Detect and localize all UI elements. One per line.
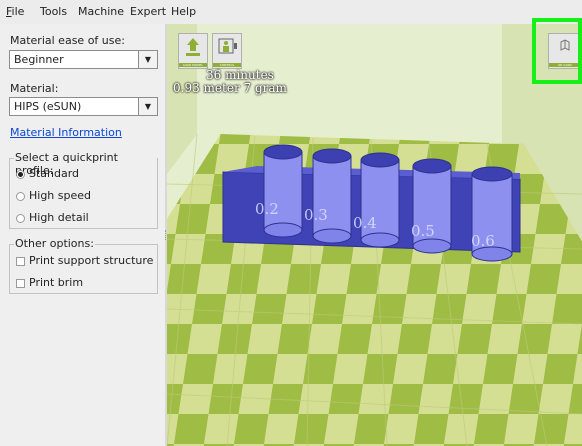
load-model-button[interactable]: LOAD MODEL — [178, 33, 208, 69]
ease-select-value: Beginner — [14, 53, 64, 66]
radio-high-detail-label[interactable]: High detail — [29, 211, 89, 224]
radio-high-speed[interactable] — [16, 192, 25, 201]
menu-file[interactable]: File — [6, 5, 24, 18]
menu-machine[interactable]: Machine — [78, 5, 124, 18]
menu-tools[interactable]: Tools — [40, 5, 67, 18]
chevron-down-icon[interactable]: ▼ — [138, 51, 157, 68]
model-label-2: 0.3 — [304, 206, 328, 224]
cylinder-1 — [263, 144, 303, 238]
checkbox-print-support-label[interactable]: Print support structure — [29, 254, 153, 267]
material-select[interactable]: HIPS (eSUN) ▼ — [9, 97, 158, 116]
material-select-value: HIPS (eSUN) — [14, 100, 82, 113]
cylinder-2 — [312, 148, 352, 244]
material-label: Material: — [10, 82, 59, 95]
settings-sidebar: Material ease of use: Beginner ▼ Materia… — [0, 24, 165, 446]
other-options-title: Other options: — [14, 237, 95, 250]
model-label-4: 0.5 — [411, 222, 435, 240]
radio-standard-label[interactable]: Standard — [29, 167, 79, 180]
menu-file-rest: ile — [11, 5, 25, 18]
radio-high-detail[interactable] — [16, 214, 25, 223]
printer-control-icon — [213, 34, 241, 60]
menu-expert[interactable]: Expert — [130, 5, 166, 18]
radio-standard[interactable] — [16, 170, 25, 179]
load-model-icon — [179, 34, 207, 60]
print-time-estimate: 36 minutes — [206, 68, 274, 82]
highlight-box — [532, 18, 582, 84]
control-label: CONTROL — [213, 63, 241, 67]
print-material-estimate: 0.93 meter 7 gram — [173, 81, 287, 95]
model-label-1: 0.2 — [255, 200, 279, 218]
radio-high-speed-label[interactable]: High speed — [29, 189, 91, 202]
cylinder-3 — [360, 152, 400, 248]
menu-help[interactable]: Help — [171, 5, 196, 18]
other-options-group: Other options: Print support structure P… — [9, 237, 158, 294]
ease-select[interactable]: Beginner ▼ — [9, 50, 158, 69]
ease-label: Material ease of use: — [10, 34, 125, 47]
material-information-link[interactable]: Material Information — [10, 126, 122, 139]
quickprint-profile-group: Select a quickprint profile: Standard Hi… — [9, 151, 158, 229]
chevron-down-icon[interactable]: ▼ — [138, 98, 157, 115]
model-label-3: 0.4 — [353, 214, 377, 232]
control-button[interactable]: CONTROL — [212, 33, 242, 69]
model-label-5: 0.6 — [471, 232, 495, 250]
checkbox-print-brim-label[interactable]: Print brim — [29, 276, 83, 289]
checkbox-print-brim[interactable] — [16, 279, 25, 288]
menu-bar: File Tools Machine Expert Help — [0, 0, 582, 25]
checkbox-print-support[interactable] — [16, 257, 25, 266]
load-model-label: LOAD MODEL — [179, 63, 207, 67]
